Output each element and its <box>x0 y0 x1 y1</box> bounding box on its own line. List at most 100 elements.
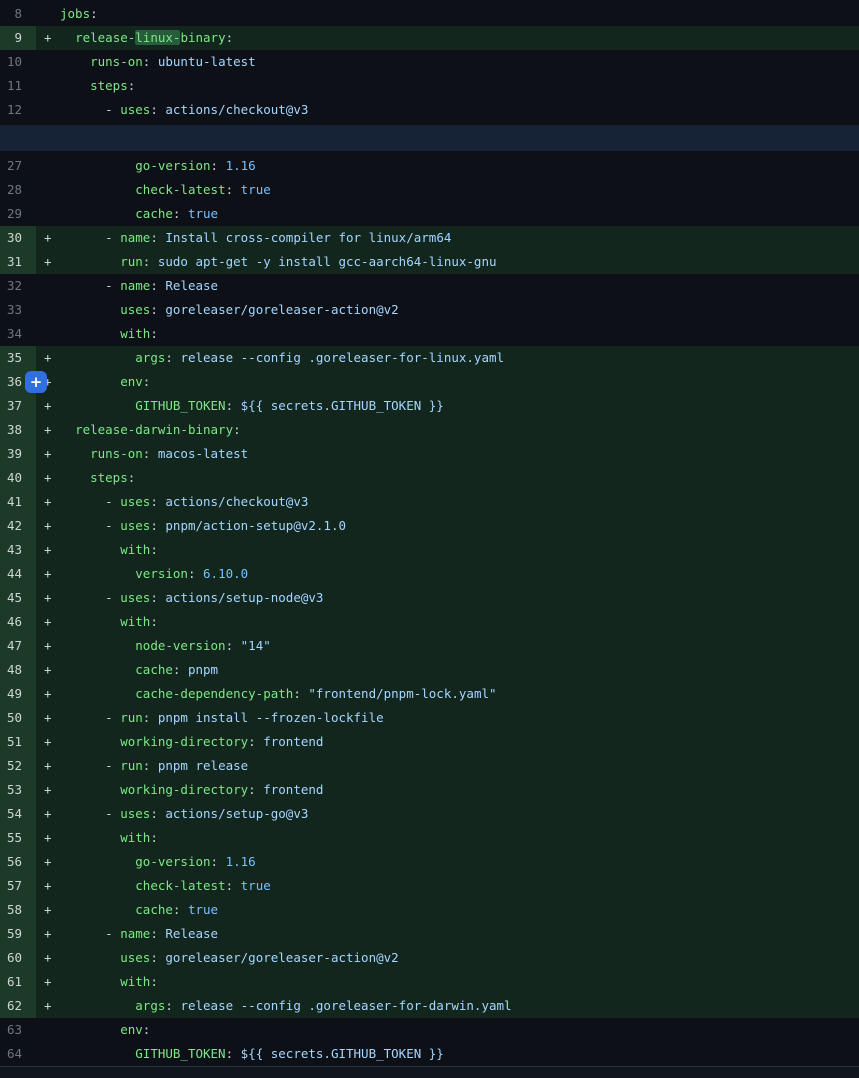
line-number[interactable]: 27 <box>0 154 36 178</box>
line-number[interactable]: 55 <box>0 826 36 850</box>
diff-line-37: 37+ GITHUB_TOKEN: ${{ secrets.GITHUB_TOK… <box>0 394 859 418</box>
code-token: jobs <box>60 6 90 21</box>
line-number[interactable]: 61 <box>0 970 36 994</box>
diff-marker <box>36 178 60 202</box>
line-number[interactable]: 58 <box>0 898 36 922</box>
line-number[interactable]: 48 <box>0 658 36 682</box>
code-token: name <box>120 926 150 941</box>
code-token <box>60 206 135 221</box>
diff-marker: + <box>36 442 60 466</box>
code-token: args <box>135 998 165 1013</box>
line-number[interactable]: 64 <box>0 1042 36 1066</box>
line-number[interactable]: 42 <box>0 514 36 538</box>
code-token: : <box>150 542 158 557</box>
line-number[interactable]: 30 <box>0 226 36 250</box>
code-token: : <box>128 78 136 93</box>
code-token: pnpm/action-setup@v2.1.0 <box>165 518 346 533</box>
diff-line-12: 12 - uses: actions/checkout@v3 <box>0 98 859 122</box>
line-number[interactable]: 50 <box>0 706 36 730</box>
diff-line-32: 32 - name: Release <box>0 274 859 298</box>
line-number[interactable]: 32 <box>0 274 36 298</box>
code-token: with <box>120 326 150 341</box>
diff-marker: + <box>36 538 60 562</box>
line-number[interactable]: 44 <box>0 562 36 586</box>
code-line: check-latest: true <box>60 178 859 202</box>
line-number[interactable]: 8 <box>0 2 36 26</box>
diff-marker: + <box>36 562 60 586</box>
code-token: release- <box>75 30 135 45</box>
code-line: with: <box>60 610 859 634</box>
code-line: - run: pnpm release <box>60 754 859 778</box>
diff-line-51: 51+ working-directory: frontend <box>0 730 859 754</box>
line-number[interactable]: 54 <box>0 802 36 826</box>
diff-line-64: 64 GITHUB_TOKEN: ${{ secrets.GITHUB_TOKE… <box>0 1042 859 1066</box>
code-token: "frontend/pnpm-lock.yaml" <box>308 686 496 701</box>
code-token <box>60 1046 135 1061</box>
line-number[interactable]: 53 <box>0 778 36 802</box>
code-token: uses <box>120 590 150 605</box>
line-number[interactable]: 46 <box>0 610 36 634</box>
line-number[interactable]: 37 <box>0 394 36 418</box>
code-token: : <box>248 734 263 749</box>
diff-marker: + <box>36 706 60 730</box>
code-line: working-directory: frontend <box>60 730 859 754</box>
diff-line-54: 54+ - uses: actions/setup-go@v3 <box>0 802 859 826</box>
line-number[interactable]: 9 <box>0 26 36 50</box>
line-number[interactable]: 47 <box>0 634 36 658</box>
line-number[interactable]: 52 <box>0 754 36 778</box>
code-token <box>60 446 90 461</box>
code-line: cache: true <box>60 202 859 226</box>
code-token: with <box>120 974 150 989</box>
line-number[interactable]: 11 <box>0 74 36 98</box>
add-comment-button[interactable]: + <box>25 371 47 393</box>
line-number[interactable]: 28 <box>0 178 36 202</box>
code-token: runs-on <box>90 446 143 461</box>
line-number[interactable]: 39 <box>0 442 36 466</box>
line-number[interactable]: 45 <box>0 586 36 610</box>
line-number[interactable]: 59 <box>0 922 36 946</box>
diff-line-27: 27 go-version: 1.16 <box>0 154 859 178</box>
expand-hunk-row[interactable] <box>0 122 859 154</box>
code-token <box>60 974 120 989</box>
code-token: : <box>211 854 226 869</box>
line-number[interactable]: 43 <box>0 538 36 562</box>
code-token: version <box>135 566 188 581</box>
code-token: release --config .goreleaser-for-darwin.… <box>180 998 511 1013</box>
code-token <box>60 350 135 365</box>
diff-marker: + <box>36 586 60 610</box>
code-line: env: <box>60 1018 859 1042</box>
line-number[interactable]: 10 <box>0 50 36 74</box>
code-token <box>60 398 135 413</box>
code-line: with: <box>60 970 859 994</box>
code-line: version: 6.10.0 <box>60 562 859 586</box>
line-number[interactable]: 63 <box>0 1018 36 1042</box>
code-token <box>60 830 120 845</box>
code-token <box>60 54 90 69</box>
line-number[interactable]: 34 <box>0 322 36 346</box>
code-line: - uses: actions/checkout@v3 <box>60 98 859 122</box>
line-number[interactable]: 60 <box>0 946 36 970</box>
code-token: args <box>135 350 165 365</box>
code-token <box>60 950 120 965</box>
line-number[interactable]: 35 <box>0 346 36 370</box>
diff-line-9: 9+ release-linux-binary: <box>0 26 859 50</box>
line-number[interactable]: 57 <box>0 874 36 898</box>
line-number[interactable]: 12 <box>0 98 36 122</box>
line-number[interactable]: 33 <box>0 298 36 322</box>
line-number[interactable]: 38 <box>0 418 36 442</box>
line-number[interactable]: 41 <box>0 490 36 514</box>
line-number[interactable]: 40 <box>0 466 36 490</box>
line-number[interactable]: 62 <box>0 994 36 1018</box>
code-token: with <box>120 542 150 557</box>
code-token <box>60 1022 120 1037</box>
line-number[interactable]: 51 <box>0 730 36 754</box>
line-number[interactable]: 29 <box>0 202 36 226</box>
line-number[interactable]: 49 <box>0 682 36 706</box>
line-number[interactable]: 31 <box>0 250 36 274</box>
code-token: : <box>226 878 241 893</box>
code-token: check-latest <box>135 182 225 197</box>
diff-marker <box>36 202 60 226</box>
code-token <box>60 30 75 45</box>
line-number[interactable]: 56 <box>0 850 36 874</box>
code-token: : <box>150 230 165 245</box>
